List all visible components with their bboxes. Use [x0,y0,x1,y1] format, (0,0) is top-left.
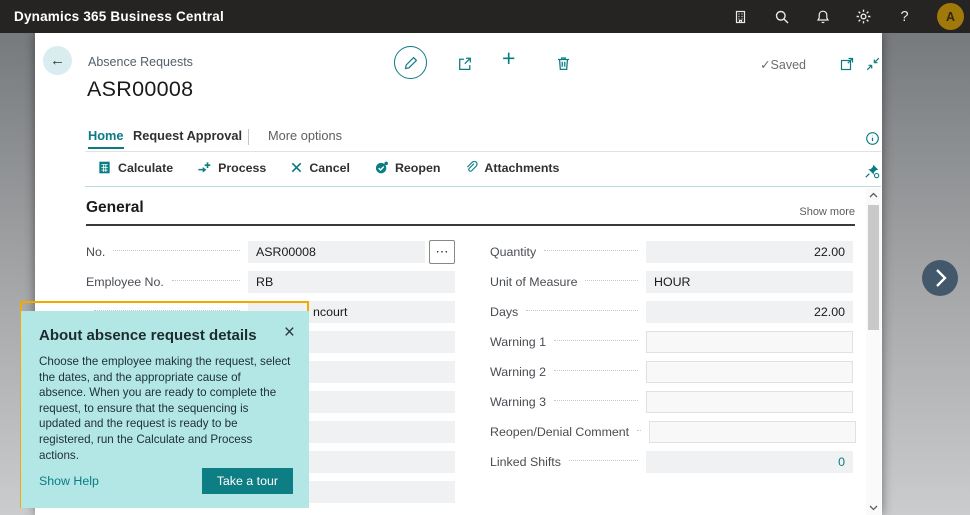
callout-body: Choose the employee making the request, … [39,354,291,463]
dotted-leader [637,429,641,431]
pencil-icon [403,55,419,71]
chevron-right-icon [922,260,958,296]
vertical-scrollbar[interactable] [866,188,881,515]
scroll-down-icon[interactable] [866,501,881,515]
tabs-separator [85,151,881,152]
reopen-denial-comment-field[interactable] [649,421,856,443]
field-label: Linked Shifts [490,455,561,469]
callout-footer: Show Help Take a tour [39,468,293,494]
field-row-warning-1: Warning 1 [490,331,853,353]
action-bar: Calculate Process Cancel Reopen Attachme… [97,160,559,175]
tab-divider [248,129,249,145]
no-field[interactable]: ASR00008 [248,241,425,263]
warning-3-field[interactable] [646,391,853,413]
dotted-leader [113,249,240,251]
calculator-icon [97,160,112,175]
cancel-x-icon [290,161,303,174]
next-record-button[interactable] [922,260,958,296]
process-icon [197,160,212,175]
action-bar-separator [85,186,881,187]
dotted-leader [554,339,638,341]
tab-request-approval[interactable]: Request Approval [133,128,242,143]
search-icon[interactable] [773,8,790,25]
field-row-linked-shifts: Linked Shifts 0 [490,451,853,473]
field-label: No. [86,245,105,259]
edit-button[interactable] [394,46,427,79]
dotted-leader [585,279,638,281]
field-label: Quantity [490,245,536,259]
warning-1-field[interactable] [646,331,853,353]
page-title: ASR00008 [87,77,193,102]
field-row-days: Days 22.00 [490,301,853,323]
field-row-employee-no: Employee No. RB [86,271,455,293]
back-button[interactable]: ← [43,46,72,75]
field-row-unit-of-measure: Unit of Measure HOUR [490,271,853,293]
reopen-check-icon [374,160,389,175]
section-heading-general[interactable]: General [86,199,144,217]
teaching-callout: About absence request details × Choose t… [21,311,309,508]
dotted-leader [172,279,240,281]
new-record-button[interactable]: + [502,45,515,72]
field-row-no: No. ASR00008 ⋯ [86,241,455,263]
dotted-leader [544,249,638,251]
scrollbar-thumb[interactable] [868,205,879,330]
info-icon[interactable] [864,130,880,146]
dotted-leader [554,399,638,401]
company-icon[interactable] [732,8,749,25]
attachments-button[interactable]: Attachments [464,160,559,175]
breadcrumb[interactable]: Absence Requests [88,55,193,69]
delete-trash-icon[interactable] [554,54,572,72]
close-icon[interactable]: × [284,325,295,341]
linked-shifts-field[interactable]: 0 [646,451,853,473]
top-bar-icons: ? A [732,0,964,33]
warning-2-field[interactable] [646,361,853,383]
collapse-icon[interactable] [864,55,882,73]
pin-icon[interactable] [864,163,880,179]
dotted-leader [569,459,638,461]
callout-title: About absence request details [39,327,291,344]
field-label: Reopen/Denial Comment [490,425,629,439]
tab-home[interactable]: Home [88,128,124,149]
section-underline [86,224,855,226]
tab-more-options[interactable]: More options [268,128,342,143]
calculate-button[interactable]: Calculate [97,160,173,175]
popout-window-icon[interactable] [838,55,856,73]
field-label: Warning 1 [490,335,546,349]
dotted-leader [526,309,638,311]
reopen-button[interactable]: Reopen [374,160,440,175]
employee-no-field[interactable]: RB [248,271,455,293]
app-title[interactable]: Dynamics 365 Business Central [14,9,224,24]
field-label: Days [490,305,518,319]
check-icon: ✓ [760,58,770,72]
field-label: Warning 3 [490,395,546,409]
notifications-bell-icon[interactable] [814,8,831,25]
share-icon[interactable] [456,54,474,72]
saved-status: ✓Saved [760,57,806,72]
avatar[interactable]: A [937,3,964,30]
scroll-up-icon[interactable] [866,188,881,202]
show-help-link[interactable]: Show Help [39,474,99,488]
show-more-link[interactable]: Show more [799,206,855,218]
field-label: Unit of Measure [490,275,577,289]
take-a-tour-button[interactable]: Take a tour [202,468,293,494]
process-button[interactable]: Process [197,160,266,175]
assist-edit-button[interactable]: ⋯ [429,240,455,264]
field-row-warning-3: Warning 3 [490,391,853,413]
back-arrow-icon: ← [50,52,65,69]
field-label: Warning 2 [490,365,546,379]
help-icon[interactable]: ? [896,8,913,25]
quantity-field[interactable]: 22.00 [646,241,853,263]
field-row-quantity: Quantity 22.00 [490,241,853,263]
field-label: Employee No. [86,275,164,289]
unit-of-measure-field[interactable]: HOUR [646,271,853,293]
settings-gear-icon[interactable] [855,8,872,25]
app-top-bar: Dynamics 365 Business Central ? A [0,0,970,33]
days-field[interactable]: 22.00 [646,301,853,323]
field-row-warning-2: Warning 2 [490,361,853,383]
dotted-leader [554,369,638,371]
cancel-button[interactable]: Cancel [290,161,350,175]
field-row-reopen-denial-comment: Reopen/Denial Comment [490,421,853,443]
paperclip-icon [464,160,478,175]
